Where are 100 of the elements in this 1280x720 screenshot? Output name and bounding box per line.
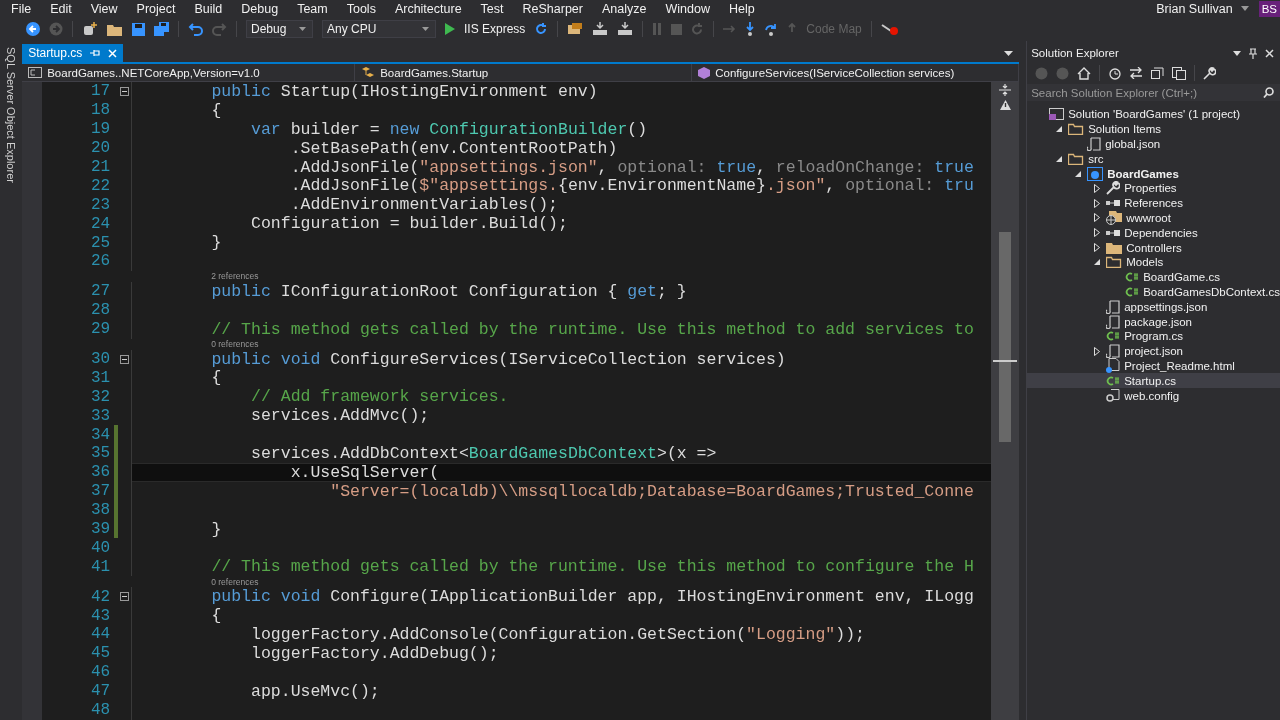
- refresh-icon[interactable]: [534, 22, 549, 36]
- caret-icon[interactable]: [299, 27, 306, 31]
- line-number: 18: [90, 101, 112, 120]
- collapsed-arrow-icon[interactable]: [1094, 183, 1101, 193]
- tree-item[interactable]: Properties: [1027, 181, 1280, 196]
- collapsed-arrow-icon[interactable]: [1094, 346, 1101, 356]
- collapsed-arrow-icon[interactable]: [1094, 213, 1101, 223]
- tree-item[interactable]: Startup.cs: [1027, 373, 1280, 389]
- download-icon[interactable]: [592, 22, 609, 36]
- collapse-all-icon[interactable]: [1151, 67, 1165, 79]
- play-icon[interactable]: [445, 23, 455, 35]
- download-icon[interactable]: [617, 22, 634, 36]
- sync-icon[interactable]: [1129, 67, 1144, 79]
- code-lens[interactable]: 0 references: [211, 339, 259, 350]
- tree-item[interactable]: References: [1027, 195, 1280, 211]
- tree-item[interactable]: Project_Readme.html: [1027, 358, 1280, 374]
- restart-icon[interactable]: [691, 22, 705, 36]
- line-number: 25: [90, 233, 112, 252]
- tree-item[interactable]: appsettings.json: [1027, 299, 1280, 315]
- menu-item[interactable]: Help: [719, 0, 765, 17]
- fold-toggle[interactable]: [120, 354, 130, 364]
- new-project-icon[interactable]: [82, 22, 98, 36]
- collapsed-arrow-icon[interactable]: [1094, 228, 1101, 238]
- history-icon[interactable]: [1108, 66, 1122, 80]
- tree-item[interactable]: Dependencies: [1027, 225, 1280, 241]
- close-icon[interactable]: [1265, 48, 1274, 58]
- menu-item[interactable]: Window: [656, 0, 720, 17]
- tree-item[interactable]: BoardGamesDbContext.cs: [1027, 284, 1280, 300]
- tree-item[interactable]: Solution Items: [1027, 121, 1280, 137]
- code-line: loggerFactory.AddDebug();: [250, 643, 499, 663]
- menu-item[interactable]: Tools: [337, 0, 386, 17]
- tree-item[interactable]: Program.cs: [1027, 328, 1280, 344]
- line-number: 30: [90, 350, 112, 368]
- menu-item[interactable]: Project: [127, 0, 186, 17]
- tree-item[interactable]: web.config: [1027, 388, 1280, 403]
- collapsed-arrow-icon[interactable]: [1094, 198, 1101, 208]
- menu-item[interactable]: Architecture: [385, 0, 472, 17]
- menu-item[interactable]: Analyze: [593, 0, 657, 17]
- menu-item[interactable]: Team: [288, 0, 338, 17]
- scroll-thumb[interactable]: [999, 232, 1012, 442]
- user-avatar[interactable]: BS: [1258, 0, 1280, 17]
- configuration-dropdown[interactable]: Debug: [246, 20, 313, 38]
- scrollbar[interactable]: [991, 82, 1020, 720]
- menu-item[interactable]: Test: [471, 0, 514, 17]
- tree-item[interactable]: Solution 'BoardGames' (1 project): [1027, 107, 1280, 122]
- tree-item[interactable]: src: [1027, 151, 1280, 167]
- pin-icon[interactable]: [1249, 47, 1257, 59]
- expanded-arrow-icon[interactable]: [1056, 126, 1063, 133]
- menu-item[interactable]: Debug: [232, 0, 289, 17]
- tree-item[interactable]: Models: [1027, 254, 1280, 270]
- menu-item[interactable]: Build: [185, 0, 233, 17]
- search-icon[interactable]: [1263, 87, 1274, 98]
- menu-item[interactable]: ReSharper: [513, 0, 593, 17]
- collapsed-arrow-icon[interactable]: [1094, 243, 1101, 253]
- wrench-icon[interactable]: [1203, 66, 1217, 80]
- fold-toggle[interactable]: [120, 86, 130, 96]
- home-icon[interactable]: [1077, 66, 1092, 80]
- code-line: .AddJsonFile("appsettings.json", optional: true, reloadOnChange: true: [289, 157, 974, 177]
- step-over-icon[interactable]: [764, 22, 779, 36]
- caret-icon[interactable]: [1233, 50, 1241, 56]
- line-number: 47: [90, 682, 112, 701]
- tree-item[interactable]: project.json: [1027, 343, 1280, 359]
- tree-item[interactable]: global.json: [1027, 136, 1280, 152]
- caret-icon[interactable]: [1004, 50, 1014, 56]
- tree-item[interactable]: BoardGame.cs: [1027, 269, 1280, 285]
- menu-item[interactable]: Edit: [41, 0, 82, 17]
- menu-item[interactable]: View: [81, 0, 128, 17]
- tree-item[interactable]: BoardGames: [1027, 166, 1280, 181]
- back-icon[interactable]: [26, 22, 40, 36]
- member-dropdown[interactable]: ConfigureServices(IServiceCollection services): [692, 64, 1020, 81]
- open-folder-icon[interactable]: [107, 22, 123, 36]
- class-dropdown[interactable]: BoardGames.Startup: [355, 64, 693, 81]
- undo-icon[interactable]: [188, 22, 203, 36]
- save-all-icon[interactable]: [154, 22, 169, 36]
- caret-icon[interactable]: [1240, 6, 1249, 11]
- tree-item[interactable]: wwwroot: [1027, 210, 1280, 226]
- breakpoint-icon[interactable]: [880, 22, 899, 36]
- expanded-arrow-icon[interactable]: [1056, 155, 1063, 162]
- code-lens[interactable]: 2 references: [211, 271, 259, 282]
- side-tab[interactable]: SQL Server Object Explorer: [5, 45, 18, 185]
- tree-item[interactable]: Controllers: [1027, 240, 1280, 255]
- expanded-arrow-icon[interactable]: [1075, 170, 1082, 177]
- user-name[interactable]: Brian Sullivan: [1156, 1, 1233, 16]
- caret-icon[interactable]: [422, 27, 429, 31]
- bookmark-icon[interactable]: [567, 22, 584, 36]
- show-all-files-icon[interactable]: [1172, 66, 1187, 80]
- globe-project-icon: [1087, 166, 1104, 181]
- step-into-icon[interactable]: [745, 22, 756, 36]
- expanded-arrow-icon[interactable]: [1094, 259, 1101, 266]
- search-field[interactable]: Search Solution Explorer (Ctrl+;): [1027, 84, 1280, 101]
- platform-dropdown[interactable]: Any CPU: [322, 20, 436, 38]
- project-dropdown[interactable]: BoardGames..NETCoreApp,Version=v1.0: [22, 64, 356, 81]
- menu-item[interactable]: File: [2, 0, 42, 17]
- run-target-button[interactable]: IIS Express: [464, 22, 526, 36]
- tree-item[interactable]: package.json: [1027, 314, 1280, 329]
- code-line: x.UseSqlServer(: [289, 462, 440, 482]
- split-icon[interactable]: [999, 84, 1012, 96]
- code-lens[interactable]: 0 references: [211, 576, 259, 587]
- fold-toggle[interactable]: [120, 592, 130, 602]
- save-icon[interactable]: [132, 22, 145, 36]
